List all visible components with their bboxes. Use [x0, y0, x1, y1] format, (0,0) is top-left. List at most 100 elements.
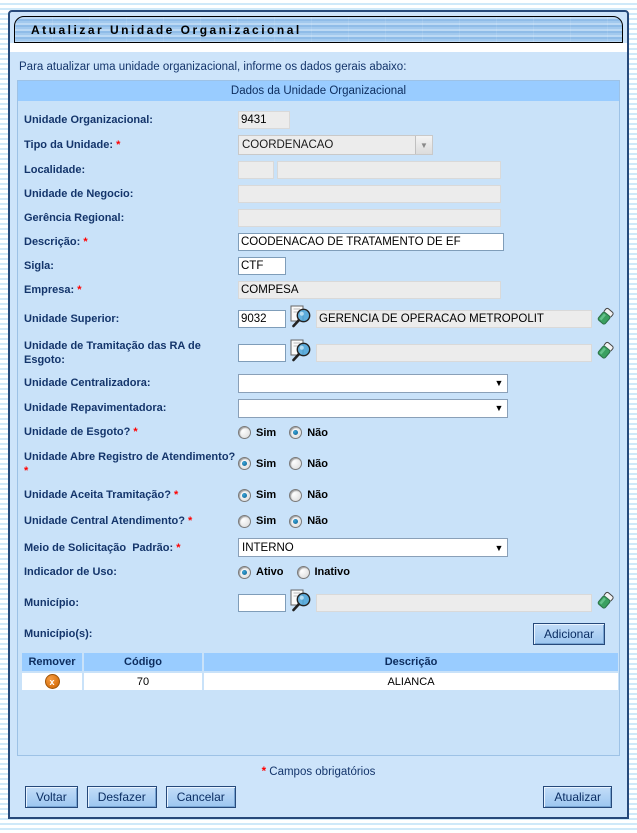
required-marker: * [116, 139, 120, 151]
gerencia-regional-label: Gerência Regional: [22, 211, 238, 225]
chevron-down-icon: ▼ [491, 378, 507, 388]
chevron-down-icon: ▼ [491, 403, 507, 413]
eraser-icon[interactable] [595, 591, 615, 616]
search-icon[interactable] [289, 589, 313, 617]
radio-label-sim: Sim [256, 489, 276, 501]
unidade-repavimentadora-select[interactable]: ▼ [238, 399, 508, 418]
page-title: Atualizar Unidade Organizacional [15, 23, 302, 37]
search-icon[interactable] [289, 305, 313, 333]
unidade-repavimentadora-label: Unidade Repavimentadora: [22, 401, 238, 415]
main-window: Atualizar Unidade Organizacional Para at… [8, 10, 629, 819]
central-atendimento-label: Unidade Central Atendimento? [24, 515, 185, 527]
row-aceita-tramitacao: Unidade Aceita Tramitação? * Sim Não [22, 486, 615, 504]
radio-label-sim: Sim [256, 458, 276, 470]
atualizar-button[interactable]: Atualizar [543, 786, 612, 808]
unidade-organizacional-field [238, 111, 290, 129]
row-gerencia-regional: Gerência Regional: [22, 209, 615, 227]
meio-solicitacao-select[interactable]: INTERNO ▼ [238, 538, 508, 557]
aceita-tramitacao-nao-radio[interactable] [289, 489, 302, 502]
unidade-organizacional-label: Unidade Organizacional: [22, 113, 238, 127]
row-unidade-esgoto: Unidade de Esgoto? * Sim Não [22, 424, 615, 442]
sigla-input[interactable] [238, 257, 286, 275]
unidade-superior-code-input[interactable] [238, 310, 286, 328]
unidade-tramitacao-ra-name-field [316, 344, 592, 362]
row-unidade-tramitacao-ra: Unidade de Tramitação das RA de Esgoto: [22, 339, 615, 368]
column-header-descricao: Descrição [204, 653, 618, 671]
row-descricao: Descrição: * [22, 233, 615, 251]
unidade-tramitacao-ra-code-input[interactable] [238, 344, 286, 362]
row-unidade-centralizadora: Unidade Centralizadora: ▼ [22, 374, 615, 393]
row-localidade: Localidade: [22, 161, 615, 179]
aceita-tramitacao-label: Unidade Aceita Tramitação? [24, 489, 171, 501]
table-header-row: Remover Código Descrição [22, 653, 618, 671]
indicador-uso-label: Indicador de Uso: [22, 565, 238, 579]
remove-icon[interactable]: x [45, 674, 60, 689]
radio-label-nao: Não [307, 489, 328, 501]
row-municipios: Município(s): Adicionar [22, 623, 615, 645]
row-unidade-negocio: Unidade de Negocio: [22, 185, 615, 203]
empresa-label: Empresa: [24, 284, 74, 296]
cell-descricao: ALIANCA [204, 673, 618, 690]
descricao-label: Descrição: [24, 236, 80, 248]
radio-label-ativo: Ativo [256, 566, 284, 578]
abre-registro-sim-radio[interactable] [238, 457, 251, 470]
column-header-codigo: Código [84, 653, 202, 671]
eraser-icon[interactable] [595, 307, 615, 332]
row-sigla: Sigla: [22, 257, 615, 275]
row-indicador-uso: Indicador de Uso: Ativo Inativo [22, 563, 615, 581]
tipo-unidade-select: COORDENACAO ▼ [238, 135, 433, 155]
cell-codigo: 70 [84, 673, 202, 690]
title-separator [10, 43, 627, 52]
chevron-down-icon: ▼ [491, 543, 507, 553]
desfazer-button[interactable]: Desfazer [87, 786, 157, 808]
unidade-negocio-label: Unidade de Negocio: [22, 187, 238, 201]
chevron-down-icon: ▼ [415, 136, 432, 154]
indicador-uso-inativo-radio[interactable] [297, 566, 310, 579]
row-central-atendimento: Unidade Central Atendimento? * Sim Não [22, 512, 615, 530]
radio-label-inativo: Inativo [315, 566, 350, 578]
radio-label-sim: Sim [256, 427, 276, 439]
indicador-uso-ativo-radio[interactable] [238, 566, 251, 579]
municipio-code-input[interactable] [238, 594, 286, 612]
adicionar-button[interactable]: Adicionar [533, 623, 605, 645]
row-unidade-organizacional: Unidade Organizacional: [22, 111, 615, 129]
central-atendimento-sim-radio[interactable] [238, 515, 251, 528]
unidade-tramitacao-ra-label: Unidade de Tramitação das RA de Esgoto: [22, 339, 238, 368]
municipio-name-field [316, 594, 592, 612]
required-fields-note: * Campos obrigatórios [17, 766, 620, 778]
radio-label-nao: Não [307, 515, 328, 527]
municipios-label: Município(s): [22, 627, 238, 641]
eraser-icon[interactable] [595, 341, 615, 366]
row-meio-solicitacao: Meio de Solicitação Padrão: * INTERNO ▼ [22, 538, 615, 557]
municipios-table: Remover Código Descrição x 70 ALIANCA [20, 651, 620, 692]
row-empresa: Empresa: * [22, 281, 615, 299]
abre-registro-nao-radio[interactable] [289, 457, 302, 470]
row-unidade-repavimentadora: Unidade Repavimentadora: ▼ [22, 399, 615, 418]
window-titlebar: Atualizar Unidade Organizacional [14, 16, 623, 43]
tipo-unidade-label: Tipo da Unidade: [24, 139, 113, 151]
form-panel: Dados da Unidade Organizacional Unidade … [17, 80, 620, 756]
intro-text: Para atualizar uma unidade organizaciona… [19, 61, 620, 73]
section-title: Dados da Unidade Organizacional [18, 81, 619, 101]
row-unidade-superior: Unidade Superior: [22, 305, 615, 333]
voltar-button[interactable]: Voltar [25, 786, 78, 808]
unidade-esgoto-sim-radio[interactable] [238, 426, 251, 439]
central-atendimento-nao-radio[interactable] [289, 515, 302, 528]
search-icon[interactable] [289, 339, 313, 367]
cancelar-button[interactable]: Cancelar [166, 786, 236, 808]
municipio-label: Município: [22, 596, 238, 610]
abre-registro-label: Unidade Abre Registro de Atendimento? [24, 451, 235, 463]
radio-label-nao: Não [307, 458, 328, 470]
unidade-negocio-field [238, 185, 501, 203]
descricao-input[interactable] [238, 233, 504, 251]
meio-solicitacao-label: Meio de Solicitação Padrão: [24, 542, 173, 554]
radio-label-nao: Não [307, 427, 328, 439]
row-municipio: Município: [22, 589, 615, 617]
unidade-esgoto-nao-radio[interactable] [289, 426, 302, 439]
table-row: x 70 ALIANCA [22, 673, 618, 690]
localidade-code-field [238, 161, 274, 179]
aceita-tramitacao-sim-radio[interactable] [238, 489, 251, 502]
radio-label-sim: Sim [256, 515, 276, 527]
unidade-centralizadora-select[interactable]: ▼ [238, 374, 508, 393]
gerencia-regional-field [238, 209, 501, 227]
